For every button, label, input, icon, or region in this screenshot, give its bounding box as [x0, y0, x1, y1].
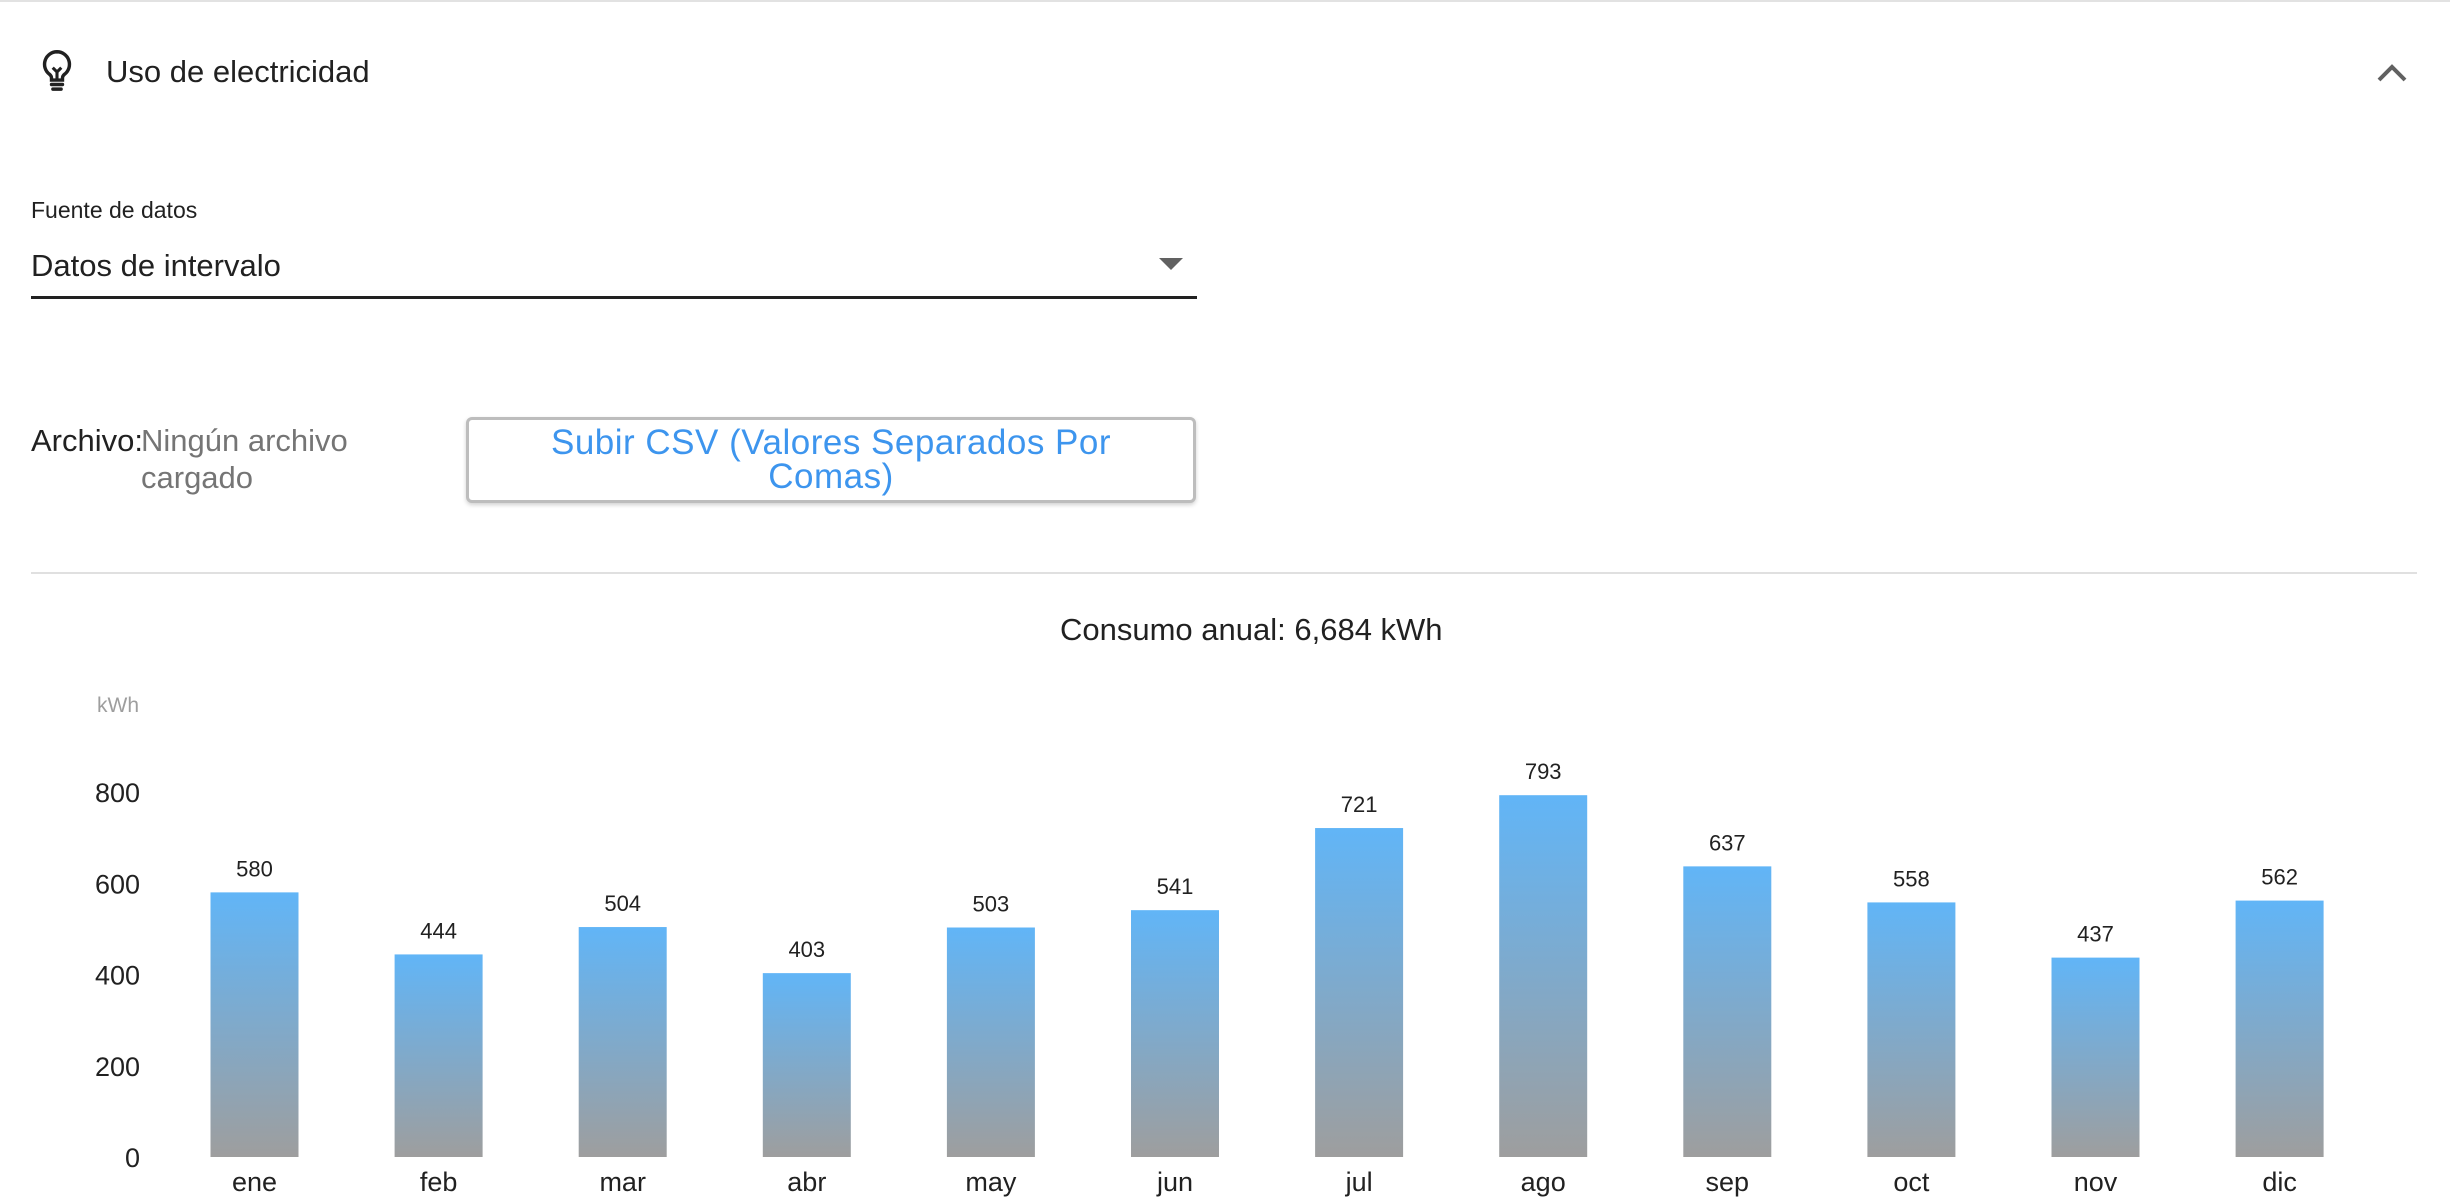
section-divider — [31, 572, 2417, 574]
upload-csv-button[interactable]: Subir CSV (Valores Separados Por Comas) — [466, 417, 1196, 503]
y-tick-label: 400 — [95, 961, 140, 991]
x-tick-label: feb — [420, 1167, 458, 1197]
bar-value-label: 541 — [1157, 874, 1194, 899]
y-tick-label: 0 — [125, 1143, 140, 1173]
bar-value-label: 721 — [1341, 792, 1378, 817]
bar-value-label: 444 — [420, 918, 457, 943]
x-tick-label: oct — [1893, 1167, 1930, 1197]
section-title: Uso de electricidad — [106, 54, 370, 89]
file-status: Ningún archivo cargado — [141, 423, 348, 495]
bar-dic — [2235, 900, 2324, 1157]
bar-mar — [578, 927, 667, 1157]
data-source-label: Fuente de datos — [31, 197, 198, 223]
section-header[interactable]: Uso de electricidad — [0, 0, 2450, 145]
data-source-selected-value: Datos de intervalo — [31, 248, 281, 283]
bar-oct — [1867, 902, 1956, 1157]
bar-feb — [394, 954, 483, 1157]
bar-value-label: 793 — [1525, 759, 1562, 784]
chevron-up-icon[interactable] — [2372, 56, 2412, 92]
bar-value-label: 437 — [2077, 922, 2114, 947]
bar-value-label: 503 — [973, 892, 1010, 917]
x-tick-label: dic — [2262, 1167, 2297, 1197]
x-tick-label: nov — [2074, 1167, 2118, 1197]
file-label: Archivo: — [31, 423, 143, 458]
bar-nov — [2051, 957, 2140, 1157]
x-tick-label: may — [965, 1167, 1017, 1197]
monthly-usage-chart: kWh 0 200 400 600 800 580 444 504 403 503 541 721 7… — [95, 694, 2324, 1197]
y-tick-label: 800 — [95, 778, 140, 808]
bar-jun — [1131, 910, 1219, 1157]
y-axis-unit-label: kWh — [97, 694, 139, 717]
electricity-usage-panel: Uso de electricidad Fuente de datos Dato… — [0, 0, 2450, 1204]
x-tick-label: ene — [232, 1167, 277, 1197]
x-tick-label: mar — [599, 1167, 646, 1197]
x-tick-label: ago — [1521, 1167, 1566, 1197]
bar-jul — [1315, 828, 1404, 1157]
bar-abr — [762, 973, 851, 1157]
bar-value-label: 504 — [604, 891, 641, 916]
bar-value-label: 637 — [1709, 830, 1746, 855]
y-tick-label: 600 — [95, 869, 140, 899]
x-tick-label: jul — [1345, 1167, 1373, 1197]
data-source-select[interactable]: Datos de intervalo — [31, 240, 1197, 299]
lightbulb-icon — [42, 50, 72, 91]
x-tick-label: sep — [1706, 1167, 1750, 1197]
y-tick-label: 200 — [95, 1052, 140, 1082]
bar-may — [946, 927, 1035, 1157]
x-tick-label: abr — [787, 1167, 826, 1197]
bar-ene — [210, 892, 299, 1157]
bar-value-label: 558 — [1893, 866, 1930, 891]
bar-sep — [1683, 866, 1772, 1157]
dropdown-arrow-icon — [1159, 258, 1183, 270]
x-tick-label: jun — [1156, 1167, 1193, 1197]
bar-value-label: 403 — [788, 937, 825, 962]
bar-value-label: 562 — [2261, 865, 2298, 890]
bar-value-label: 580 — [236, 856, 273, 881]
bar-ago — [1499, 795, 1588, 1157]
annual-consumption: Consumo anual: 6,684 kWh — [1060, 612, 1443, 647]
